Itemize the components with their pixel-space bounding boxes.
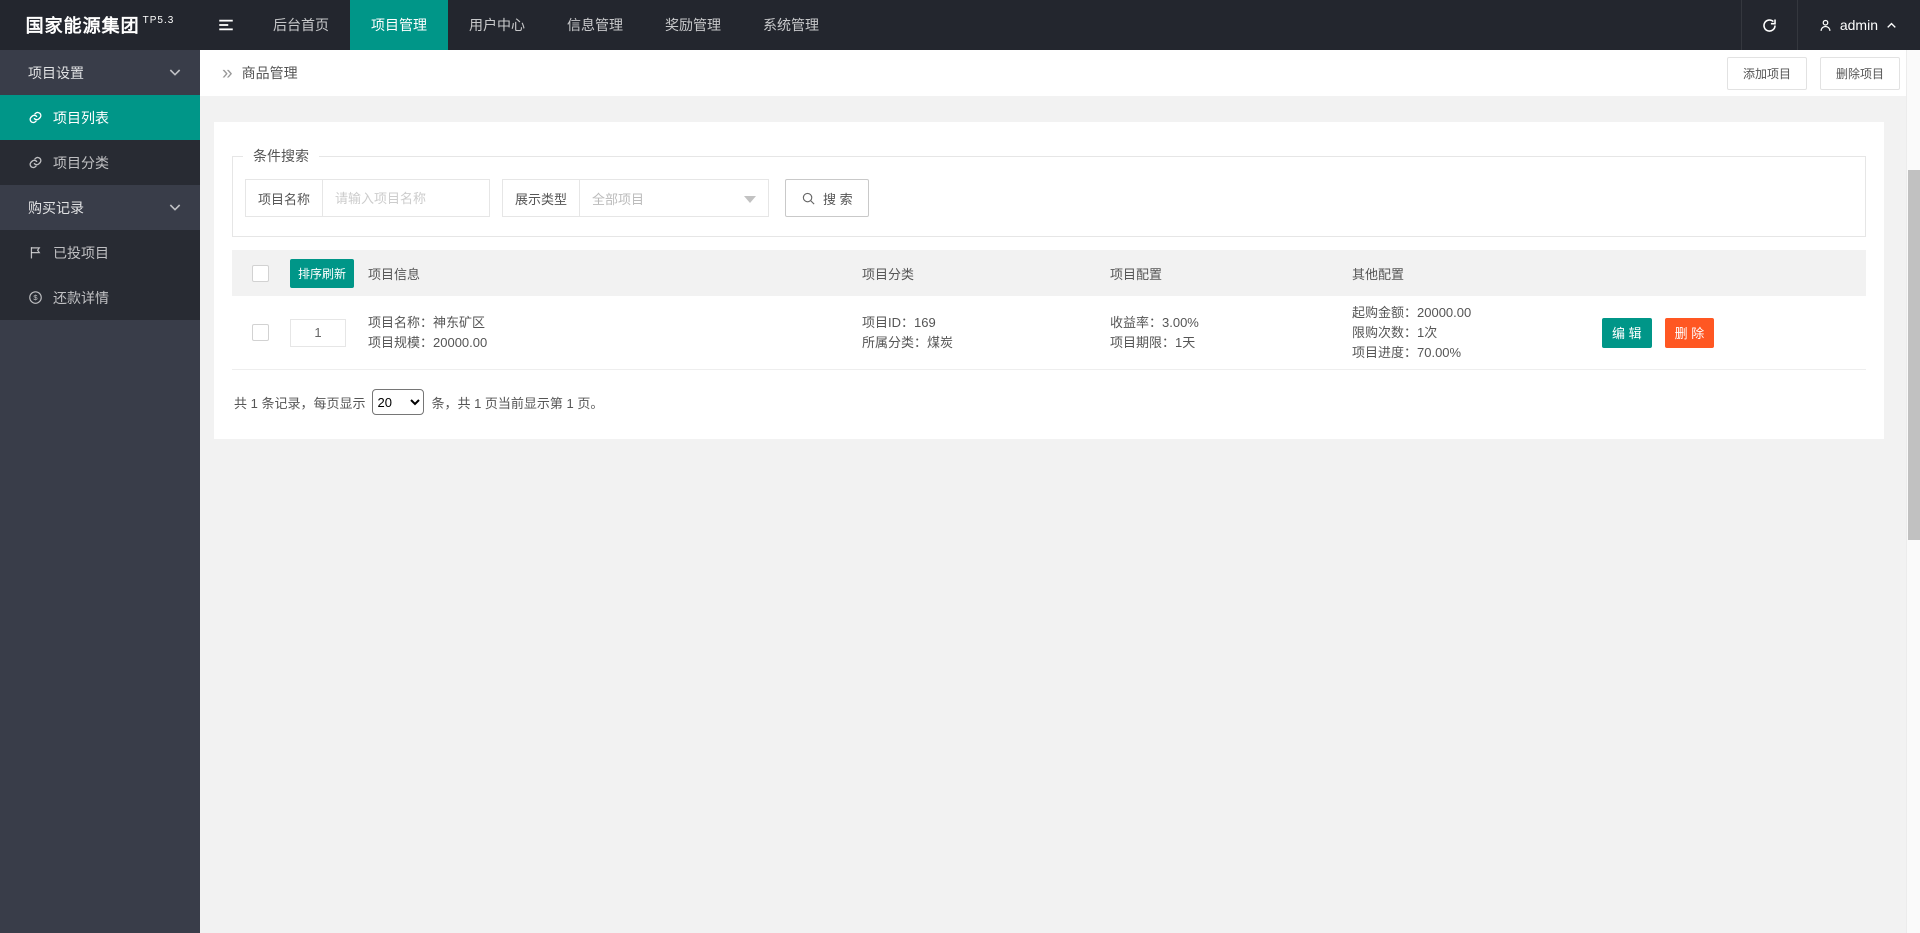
edit-button[interactable]: 编 辑 xyxy=(1602,317,1652,348)
top-header: 国家能源集团 TP5.3 后台首页 项目管理 用户中心 信息管理 奖励管理 系统管… xyxy=(0,0,1920,50)
breadcrumb-arrow-icon: » xyxy=(222,62,233,84)
pagination-prefix: 共 1 条记录，每页显示 xyxy=(234,395,366,411)
purchase-limit-line: 限购次数：1次 xyxy=(1352,325,1438,340)
breadcrumb-bar: » 商品管理 添加项目 删除项目 xyxy=(200,50,1920,96)
scrollbar-thumb[interactable] xyxy=(1908,170,1920,540)
link-icon xyxy=(28,155,43,170)
nav-item-reward-management[interactable]: 奖励管理 xyxy=(644,0,742,50)
delete-button[interactable]: 删 除 xyxy=(1664,317,1715,348)
dollar-circle-icon: $ xyxy=(28,290,43,305)
column-header-project-category: 项目分类 xyxy=(862,266,915,282)
sidebar-group-label: 项目设置 xyxy=(28,64,84,81)
project-list-card: 条件搜索 项目名称 展示类型 全部项目 xyxy=(214,122,1884,439)
project-id-line: 项目ID：169 xyxy=(862,315,936,330)
project-name-input[interactable] xyxy=(322,179,491,217)
user-menu[interactable]: admin xyxy=(1796,0,1920,50)
refresh-icon[interactable] xyxy=(1740,0,1797,50)
sidebar-item-label: 项目列表 xyxy=(53,109,109,126)
nav-item-user-center[interactable]: 用户中心 xyxy=(448,0,546,50)
nav-item-system-management[interactable]: 系统管理 xyxy=(742,0,840,50)
sidebar-item-label: 还款详情 xyxy=(53,289,109,306)
project-class-line: 所属分类：煤炭 xyxy=(862,335,954,350)
app-logo: 国家能源集团 TP5.3 xyxy=(0,0,200,50)
min-purchase-line: 起购金额：20000.00 xyxy=(1352,305,1472,320)
table-header-row: 排序刷新 项目信息 项目分类 项目配置 其他配置 xyxy=(232,250,1866,296)
vertical-scrollbar[interactable] xyxy=(1906,50,1920,933)
sidebar-item-repayment-details[interactable]: $ 还款详情 xyxy=(0,275,200,320)
sort-order-input[interactable] xyxy=(290,318,346,347)
project-name-label: 项目名称 xyxy=(245,179,324,217)
chevron-up-icon xyxy=(1885,19,1898,32)
search-form: 项目名称 展示类型 全部项目 搜 索 xyxy=(233,166,1865,236)
main-area: » 商品管理 添加项目 删除项目 条件搜索 项目名称 展示类型 全部项目 xyxy=(200,50,1920,933)
nav-item-project-management[interactable]: 项目管理 xyxy=(350,0,448,50)
cell-project-category: 项目ID：169 所属分类：煤炭 xyxy=(862,311,1110,354)
column-header-project-info: 项目信息 xyxy=(368,266,421,282)
header-right: admin xyxy=(1740,0,1920,50)
project-term-line: 项目期限：1天 xyxy=(1110,335,1196,350)
sidebar-item-label: 项目分类 xyxy=(53,154,109,171)
pagination: 共 1 条记录，每页显示 20 条，共 1 页当前显示第 1 页。 xyxy=(232,370,1866,415)
project-name-line: 项目名称：神东矿区 xyxy=(368,315,486,330)
display-type-label: 展示类型 xyxy=(502,179,581,217)
cell-other-config: 起购金额：20000.00 限购次数：1次 项目进度：70.00% xyxy=(1352,301,1602,364)
progress-line: 项目进度：70.00% xyxy=(1352,345,1462,360)
sidebar-group-project-settings[interactable]: 项目设置 xyxy=(0,50,200,95)
column-header-other-config: 其他配置 xyxy=(1352,266,1405,282)
row-checkbox[interactable] xyxy=(252,324,269,341)
project-table: 排序刷新 项目信息 项目分类 项目配置 其他配置 项目名称：神东矿区 项目规模：… xyxy=(232,250,1866,370)
svg-text:$: $ xyxy=(33,293,38,302)
select-all-checkbox[interactable] xyxy=(252,264,269,282)
flag-icon xyxy=(28,245,43,260)
cell-project-info: 项目名称：神东矿区 项目规模：20000.00 xyxy=(368,311,862,354)
sort-refresh-button[interactable]: 排序刷新 xyxy=(290,258,355,288)
nav-item-dashboard[interactable]: 后台首页 xyxy=(252,0,350,50)
display-type-group: 展示类型 全部项目 xyxy=(502,179,770,217)
column-header-project-config: 项目配置 xyxy=(1110,266,1163,282)
link-icon xyxy=(28,110,43,125)
sidebar-group-purchase-records[interactable]: 购买记录 xyxy=(0,185,200,230)
menu-toggle-icon[interactable] xyxy=(200,0,252,50)
sidebar-item-label: 已投项目 xyxy=(53,244,109,261)
page-size-select[interactable]: 20 xyxy=(372,389,425,415)
display-type-value: 全部项目 xyxy=(592,191,645,207)
sidebar-item-project-list[interactable]: 项目列表 xyxy=(0,95,200,140)
top-nav: 后台首页 项目管理 用户中心 信息管理 奖励管理 系统管理 xyxy=(252,0,840,50)
cell-project-config: 收益率：3.00% 项目期限：1天 xyxy=(1110,311,1352,354)
display-type-select[interactable]: 全部项目 xyxy=(579,179,770,217)
user-icon xyxy=(1818,18,1833,33)
table-row: 项目名称：神东矿区 项目规模：20000.00 项目ID：169 所属分类：煤炭… xyxy=(232,296,1866,370)
nav-item-info-management[interactable]: 信息管理 xyxy=(546,0,644,50)
username: admin xyxy=(1839,17,1878,33)
caret-down-icon xyxy=(744,196,757,203)
sidebar: 项目设置 项目列表 项目分类 购买记录 已投项目 $ 还款详情 xyxy=(0,50,200,933)
chevron-down-icon xyxy=(167,64,183,80)
project-name-group: 项目名称 xyxy=(245,179,491,217)
chevron-down-icon xyxy=(167,199,183,215)
sidebar-item-project-category[interactable]: 项目分类 xyxy=(0,140,200,185)
search-fieldset: 条件搜索 项目名称 展示类型 全部项目 xyxy=(232,146,1866,237)
page-toolbar: 添加项目 删除项目 xyxy=(1726,56,1900,90)
add-project-button[interactable]: 添加项目 xyxy=(1726,56,1807,90)
delete-project-button[interactable]: 删除项目 xyxy=(1819,56,1900,90)
search-button-label: 搜 索 xyxy=(823,191,853,207)
yield-rate-line: 收益率：3.00% xyxy=(1110,315,1199,330)
pagination-suffix: 条，共 1 页当前显示第 1 页。 xyxy=(431,395,604,411)
search-button[interactable]: 搜 索 xyxy=(785,179,869,217)
app-logo-text: 国家能源集团 xyxy=(25,16,140,36)
content: 条件搜索 项目名称 展示类型 全部项目 xyxy=(200,96,1920,439)
sidebar-item-invested-projects[interactable]: 已投项目 xyxy=(0,230,200,275)
app-logo-version: TP5.3 xyxy=(142,14,175,26)
breadcrumb-title: 商品管理 xyxy=(241,65,298,81)
sidebar-group-label: 购买记录 xyxy=(28,199,84,216)
project-scale-line: 项目规模：20000.00 xyxy=(368,335,488,350)
search-legend: 条件搜索 xyxy=(253,148,309,164)
